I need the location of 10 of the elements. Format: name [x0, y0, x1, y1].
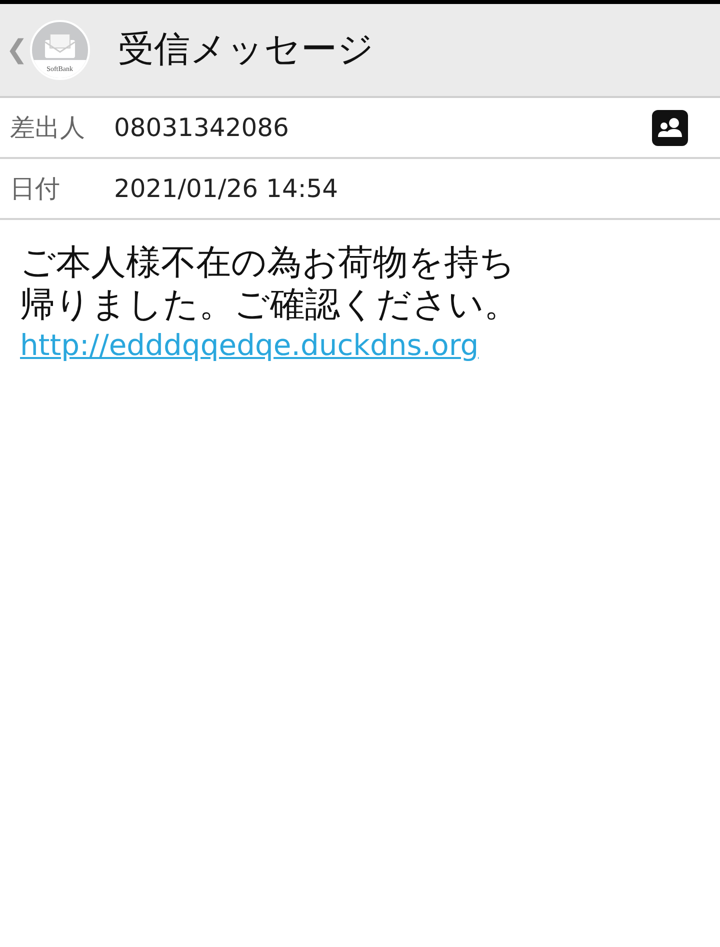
contacts-icon[interactable] [652, 110, 688, 146]
message-text: ご本人様不在の為お荷物を持ち帰りました。ご確認ください。 [20, 242, 520, 326]
envelope-icon [44, 34, 75, 58]
field-value: 2021/01/26 14:54 [114, 172, 340, 205]
screen-title: 受信メッセージ [118, 28, 374, 72]
field-label: 差出人 [9, 112, 86, 144]
field-label: 日付 [9, 172, 61, 205]
message-link[interactable]: http://edddqqedqe.duckdns.org [20, 326, 479, 364]
field-value: 08031342086 [114, 112, 290, 144]
back-arrow[interactable]: ❮ [6, 37, 28, 63]
